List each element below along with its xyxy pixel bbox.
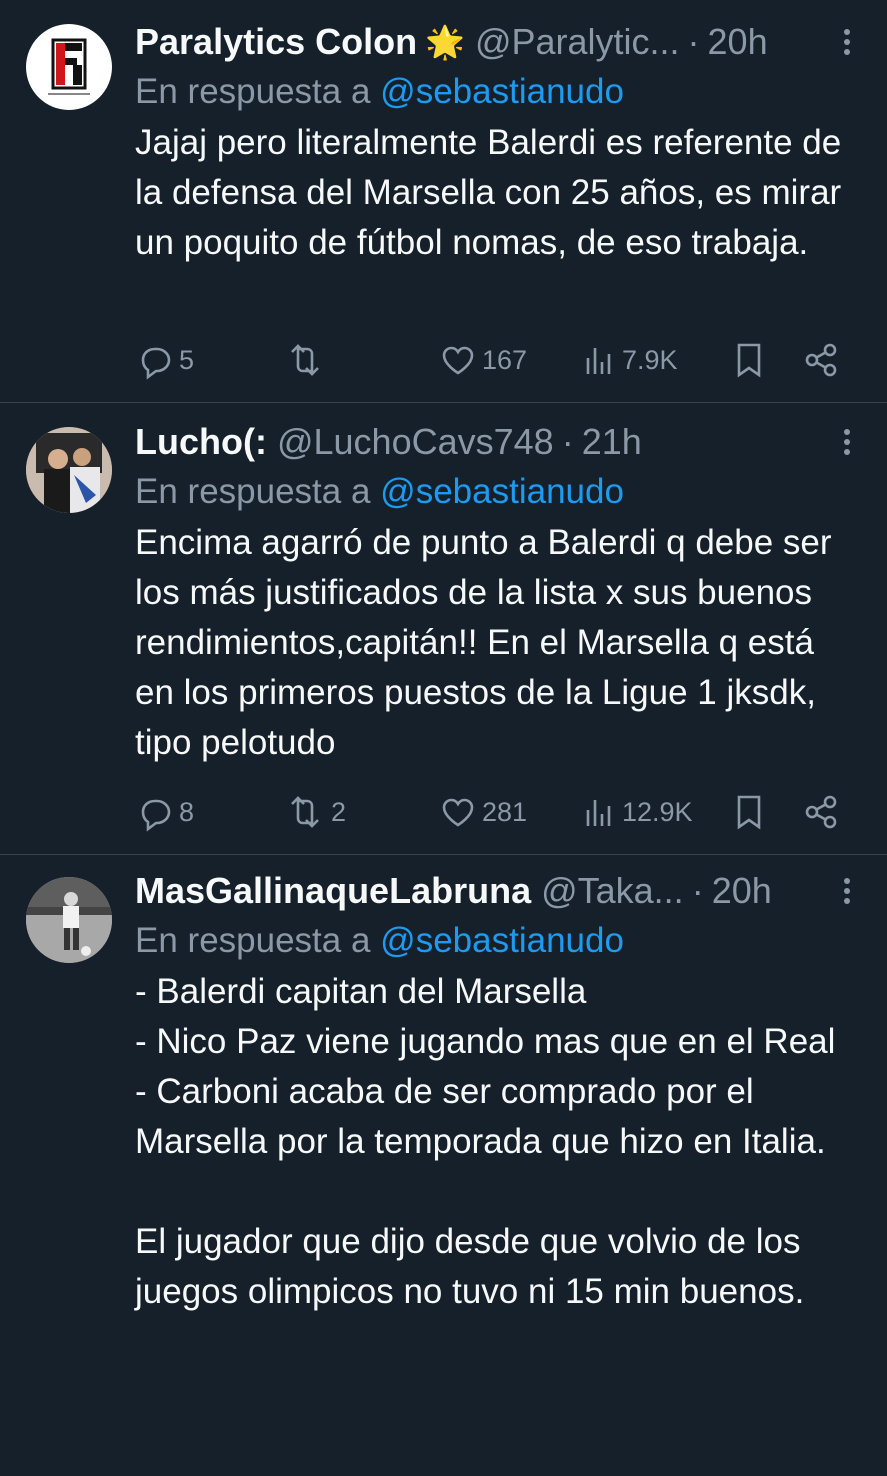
reply-count: 5 <box>179 344 195 375</box>
mention-link[interactable]: @sebastianudo <box>380 472 624 511</box>
reply-prefix: En respuesta a <box>135 472 371 511</box>
tweet-text: Encima agarró de punto a Balerdi q debe … <box>135 523 842 762</box>
avatar[interactable] <box>26 877 112 963</box>
like-button[interactable]: 167 <box>438 340 527 380</box>
reply-prefix: En respuesta a <box>135 921 371 960</box>
heart-icon <box>442 346 474 375</box>
heart-icon <box>442 798 474 827</box>
user-handle[interactable]: @LuchoCavs748 <box>277 421 554 463</box>
retweet-icon <box>291 344 319 376</box>
tweet-text: Jajaj pero literalmente Balerdi es refer… <box>135 123 851 262</box>
timestamp[interactable]: 20h <box>708 21 768 63</box>
share-icon <box>805 343 837 377</box>
tweet[interactable]: MasGallinaqueLabruna @Taka... · 20h En r… <box>0 855 887 1476</box>
display-name[interactable]: MasGallinaqueLabruna <box>135 870 531 912</box>
separator-dot: · <box>691 870 704 911</box>
timestamp[interactable]: 20h <box>712 870 772 912</box>
user-photo-icon <box>26 427 112 513</box>
views-button[interactable]: 7.9K <box>582 340 678 380</box>
avatar[interactable] <box>26 427 112 513</box>
retweet-button[interactable] <box>283 340 331 380</box>
separator-dot: · <box>561 421 574 462</box>
mention-link[interactable]: @sebastianudo <box>380 72 624 111</box>
like-button[interactable]: 281 <box>438 792 527 832</box>
retweet-count: 2 <box>331 796 347 827</box>
reply-button[interactable]: 5 <box>135 340 194 380</box>
avatar[interactable] <box>26 24 112 110</box>
reply-icon <box>141 347 171 380</box>
share-icon <box>805 795 837 829</box>
reply-button[interactable]: 8 <box>135 792 194 832</box>
bookmark-button[interactable] <box>731 340 767 380</box>
bookmark-icon <box>737 795 761 830</box>
tweet[interactable]: Lucho(: @LuchoCavs748 · 21h En respuesta… <box>0 403 887 855</box>
retweet-icon <box>291 796 319 828</box>
user-handle[interactable]: @Taka... <box>541 870 684 912</box>
view-count: 12.9K <box>622 796 693 827</box>
tweet-text: - Balerdi capitan del Marsella - Nico Pa… <box>135 972 836 1311</box>
display-name[interactable]: Lucho(: <box>135 421 267 463</box>
reply-context: En respuesta a @sebastianudo <box>135 68 857 116</box>
reply-count: 8 <box>179 796 195 827</box>
user-handle[interactable]: @Paralytic... <box>475 21 680 63</box>
separator-dot: · <box>687 21 700 62</box>
view-count: 7.9K <box>622 344 678 375</box>
like-count: 167 <box>482 344 528 375</box>
display-name[interactable]: Paralytics Colon <box>135 21 417 63</box>
more-options-icon[interactable] <box>835 20 859 64</box>
reply-icon <box>141 799 171 832</box>
mention-link[interactable]: @sebastianudo <box>380 921 624 960</box>
more-options-icon[interactable] <box>835 869 859 913</box>
more-options-icon[interactable] <box>835 420 859 464</box>
tweet[interactable]: Paralytics Colon 🌟 @Paralytic... · 20h E… <box>0 0 887 403</box>
analytics-icon <box>586 800 611 826</box>
timestamp[interactable]: 21h <box>582 421 642 463</box>
share-button[interactable] <box>802 340 842 380</box>
bookmark-button[interactable] <box>731 792 767 832</box>
retweet-button[interactable]: 2 <box>283 792 346 832</box>
views-button[interactable]: 12.9K <box>582 792 693 832</box>
reply-context: En respuesta a @sebastianudo <box>135 917 857 965</box>
user-photo-icon <box>26 877 112 963</box>
like-count: 281 <box>482 796 528 827</box>
share-button[interactable] <box>802 792 842 832</box>
bookmark-icon <box>737 343 761 378</box>
reply-context: En respuesta a @sebastianudo <box>135 468 857 516</box>
reply-prefix: En respuesta a <box>135 72 371 111</box>
paralytics-logo-icon <box>48 38 90 95</box>
analytics-icon <box>586 348 611 374</box>
star-badge-icon: 🌟 <box>425 24 465 60</box>
